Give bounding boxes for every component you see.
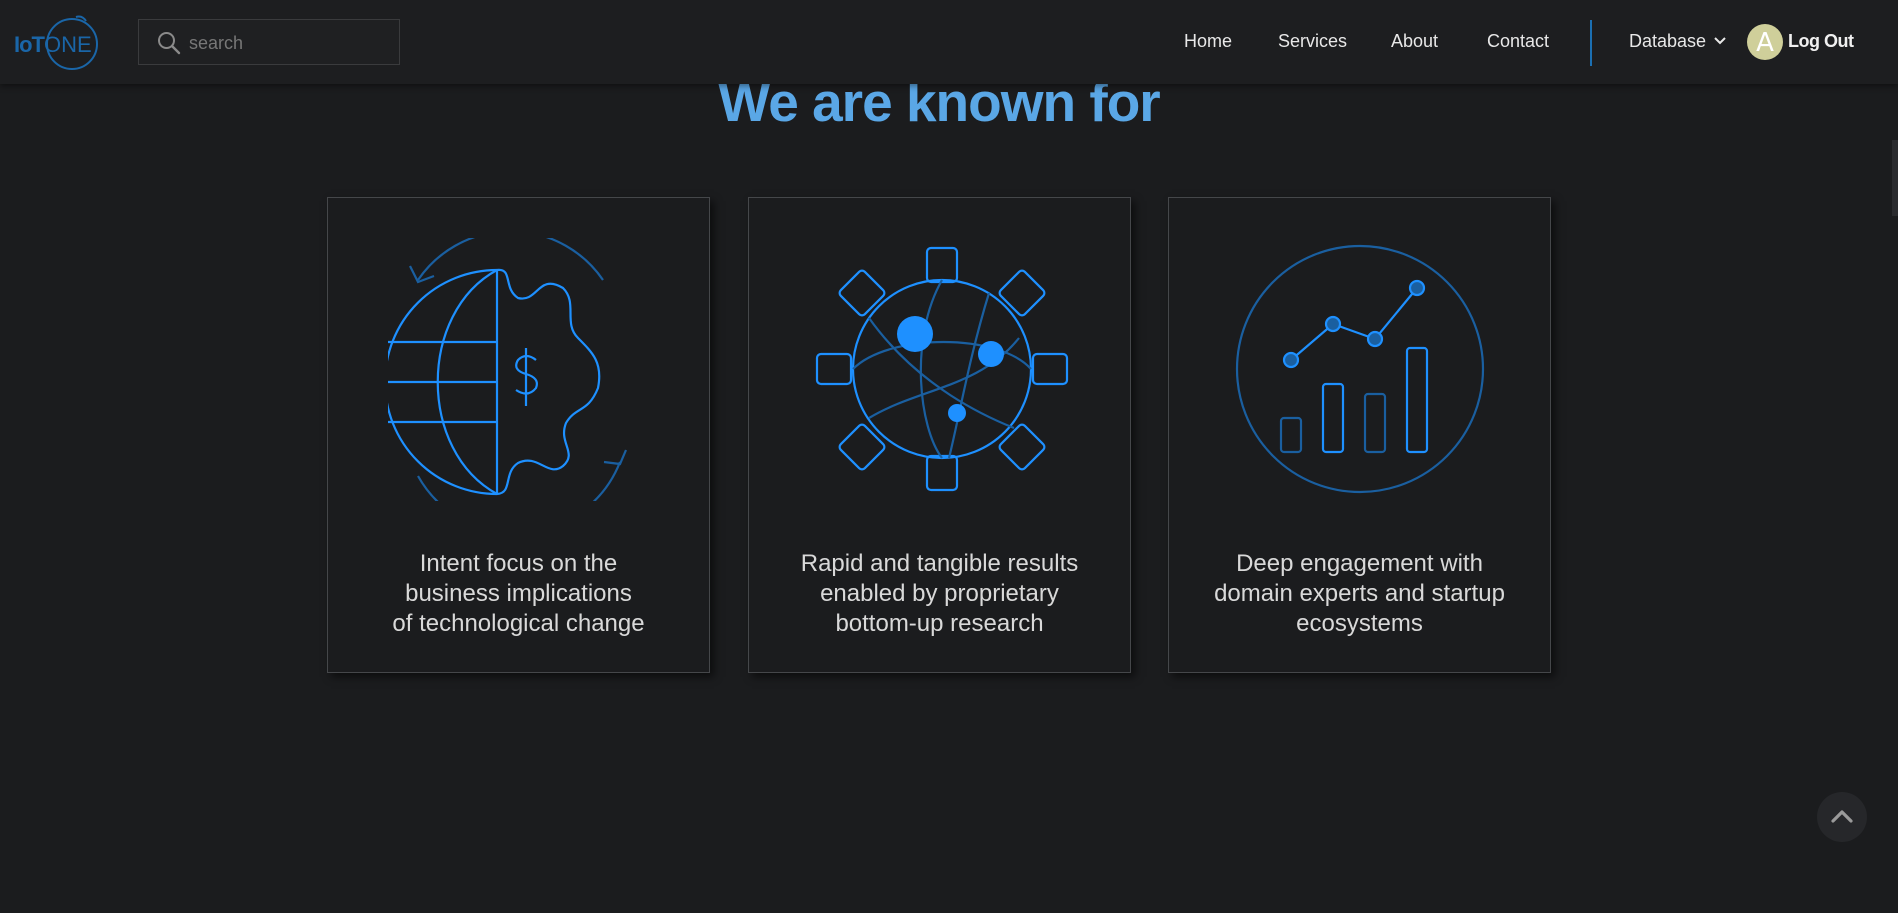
chevron-down-icon[interactable] (1714, 36, 1726, 46)
search-input[interactable] (187, 29, 391, 57)
card-text: Deep engagement with domain experts and … (1214, 550, 1505, 637)
database-dropdown[interactable]: Database (1629, 31, 1706, 52)
chevron-up-icon (1831, 810, 1853, 823)
globe-dollar-gear-icon (388, 238, 628, 501)
growth-chart-icon (1235, 244, 1485, 494)
search-box[interactable] (138, 19, 400, 65)
iot-one-logo[interactable]: IoTONE (10, 14, 100, 76)
top-navbar: IoTONE Home Services About Contact Datab… (0, 0, 1898, 84)
nav-link-about[interactable]: About (1391, 31, 1438, 52)
logout-link[interactable]: Log Out (1788, 31, 1854, 52)
nav-link-home[interactable]: Home (1184, 31, 1232, 52)
feature-card-engagement: Deep engagement with domain experts and … (1168, 197, 1551, 673)
search-icon (158, 32, 181, 55)
nav-divider (1590, 20, 1592, 66)
card-text: Rapid and tangible results enabled by pr… (800, 550, 1079, 637)
feature-card-business: Intent focus on the business implication… (327, 197, 710, 673)
card-text: Intent focus on the business implication… (392, 550, 645, 637)
avatar[interactable]: A (1747, 24, 1783, 60)
nav-link-services[interactable]: Services (1278, 31, 1347, 52)
feature-card-research: Rapid and tangible results enabled by pr… (748, 197, 1131, 673)
scrollbar-thumb[interactable] (1892, 140, 1898, 216)
nav-link-contact[interactable]: Contact (1487, 31, 1549, 52)
logo-text: IoTONE (14, 32, 92, 57)
gear-network-icon (815, 246, 1069, 492)
scroll-to-top-button[interactable] (1817, 792, 1867, 842)
